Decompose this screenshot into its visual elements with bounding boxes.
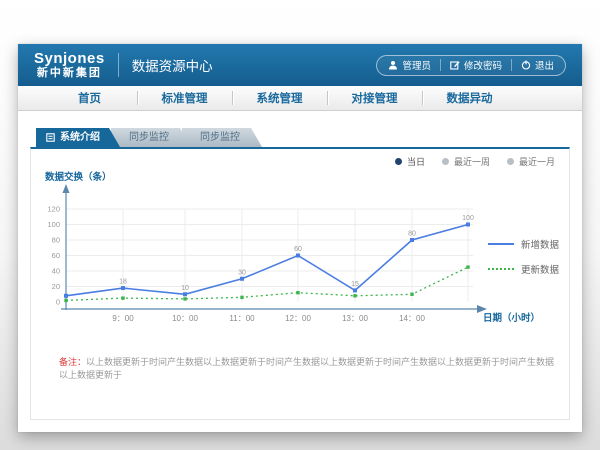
chart-legend: 新增数据 更新数据 bbox=[488, 237, 559, 276]
current-user-label: 管理员 bbox=[402, 58, 431, 72]
svg-text:80: 80 bbox=[52, 236, 60, 245]
page-title: 数据资源中心 bbox=[132, 55, 213, 75]
time-range-filters: 当日 最近一周 最近一月 bbox=[395, 155, 555, 168]
svg-text:15: 15 bbox=[351, 281, 359, 288]
tab-sync-monitor-2[interactable]: 同步监控 bbox=[182, 128, 262, 147]
filter-last-month[interactable]: 最近一月 bbox=[507, 155, 555, 168]
app-header: Synjones 新中新集团 数据资源中心 管理员 修改密码 bbox=[18, 44, 582, 86]
radio-icon bbox=[442, 158, 449, 165]
legend-item-new-data[interactable]: 新增数据 bbox=[488, 237, 559, 251]
svg-text:11：00: 11：00 bbox=[229, 314, 255, 323]
chart-panel: 当日 最近一周 最近一月 0 20 40 60 80 100 120 9：00 10：00 11：… bbox=[30, 147, 570, 420]
svg-text:30: 30 bbox=[238, 269, 246, 276]
svg-text:10：00: 10：00 bbox=[172, 314, 198, 323]
tab-label: 同步监控 bbox=[129, 132, 169, 143]
svg-text:60: 60 bbox=[52, 251, 60, 260]
nav-item-system[interactable]: 系统管理 bbox=[232, 86, 327, 110]
current-user-button[interactable]: 管理员 bbox=[388, 58, 431, 72]
filter-label: 最近一周 bbox=[454, 155, 490, 168]
change-password-button[interactable]: 修改密码 bbox=[450, 58, 502, 72]
pill-separator bbox=[440, 59, 441, 71]
svg-text:13：00: 13：00 bbox=[342, 314, 368, 323]
nav-item-home[interactable]: 首页 bbox=[42, 86, 137, 110]
svg-text:数据交换（条）: 数据交换（条） bbox=[44, 171, 112, 183]
footnote: 备注：以上数据更新于时间产生数据以上数据更新于时间产生数据以上数据更新于时间产生… bbox=[59, 356, 555, 381]
svg-text:40: 40 bbox=[52, 267, 60, 276]
legend-label: 更新数据 bbox=[521, 262, 559, 276]
power-icon bbox=[521, 60, 531, 70]
svg-text:14：00: 14：00 bbox=[399, 314, 425, 323]
svg-text:80: 80 bbox=[408, 231, 416, 238]
footnote-text: 以上数据更新于时间产生数据以上数据更新于时间产生数据以上数据更新于时间产生数据以… bbox=[59, 357, 554, 380]
svg-text:0: 0 bbox=[56, 298, 60, 307]
filter-label: 当日 bbox=[407, 155, 425, 168]
svg-text:18: 18 bbox=[119, 279, 127, 286]
nav-item-standards[interactable]: 标准管理 bbox=[137, 86, 232, 110]
user-toolbar: 管理员 修改密码 退出 bbox=[376, 55, 566, 76]
legend-item-updated-data[interactable]: 更新数据 bbox=[488, 262, 559, 276]
svg-text:100: 100 bbox=[462, 215, 474, 222]
radio-icon bbox=[395, 158, 402, 165]
tab-system-intro[interactable]: 系统介绍 bbox=[36, 128, 120, 147]
tab-bar: 系统介绍 同步监控 同步监控 bbox=[36, 128, 570, 147]
app-window: Synjones 新中新集团 数据资源中心 管理员 修改密码 bbox=[18, 44, 582, 432]
main-content: 系统介绍 同步监控 同步监控 当日 最近一周 bbox=[18, 111, 582, 420]
radio-icon bbox=[507, 158, 514, 165]
tab-sync-monitor-1[interactable]: 同步监控 bbox=[111, 128, 191, 147]
svg-text:10: 10 bbox=[181, 285, 189, 292]
svg-text:20: 20 bbox=[52, 282, 60, 291]
tab-label: 同步监控 bbox=[200, 132, 240, 143]
edit-icon bbox=[450, 60, 460, 70]
svg-text:12：00: 12：00 bbox=[285, 314, 311, 323]
header-divider bbox=[118, 53, 119, 77]
filter-today[interactable]: 当日 bbox=[395, 155, 425, 168]
user-icon bbox=[388, 60, 398, 70]
legend-line-sample-solid bbox=[488, 243, 514, 245]
tab-label: 系统介绍 bbox=[60, 128, 100, 147]
svg-text:日期（小时）: 日期（小时） bbox=[483, 312, 540, 324]
filter-last-week[interactable]: 最近一周 bbox=[442, 155, 490, 168]
legend-label: 新增数据 bbox=[521, 237, 559, 251]
filter-label: 最近一月 bbox=[519, 155, 555, 168]
nav-item-data-changes[interactable]: 数据异动 bbox=[422, 86, 517, 110]
logout-label: 退出 bbox=[535, 58, 554, 72]
legend-line-sample-dotted bbox=[488, 268, 514, 270]
logo-text-en: Synjones bbox=[34, 51, 105, 66]
company-logo: Synjones 新中新集团 bbox=[34, 51, 105, 79]
pill-separator bbox=[511, 59, 512, 71]
main-nav: 首页 标准管理 系统管理 对接管理 数据异动 bbox=[18, 86, 582, 111]
change-password-label: 修改密码 bbox=[464, 58, 502, 72]
logo-text-cn: 新中新集团 bbox=[34, 68, 105, 79]
footnote-label: 备注： bbox=[59, 357, 86, 367]
svg-text:9：00: 9：00 bbox=[112, 314, 134, 323]
nav-item-integration[interactable]: 对接管理 bbox=[327, 86, 422, 110]
svg-text:100: 100 bbox=[47, 220, 60, 229]
document-icon bbox=[46, 133, 55, 142]
svg-text:120: 120 bbox=[47, 205, 60, 214]
svg-text:60: 60 bbox=[294, 246, 302, 253]
logout-button[interactable]: 退出 bbox=[521, 58, 554, 72]
